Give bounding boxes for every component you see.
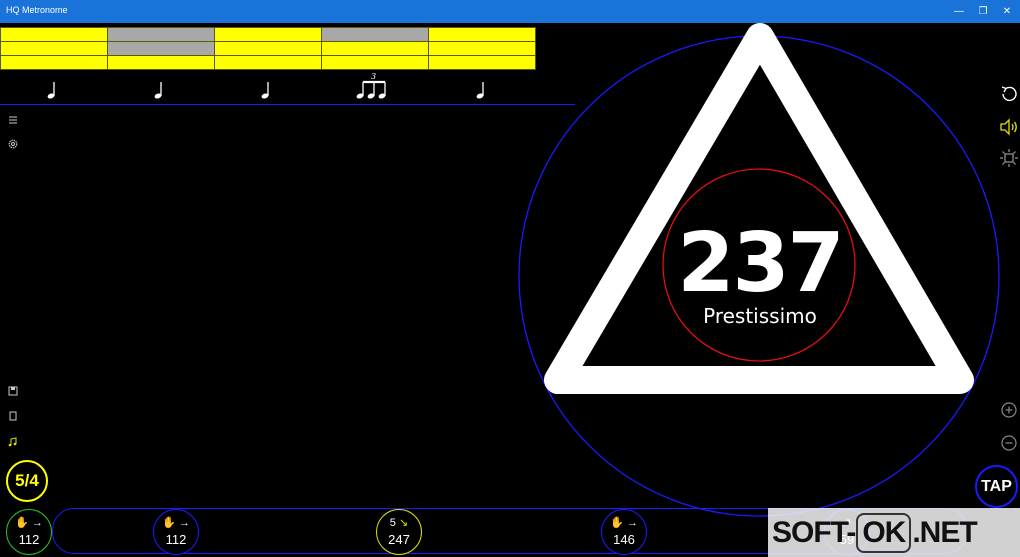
quarter-note-icon[interactable] [258,80,274,100]
beat-cell[interactable] [0,41,108,56]
step-value: 112 [18,532,40,547]
hand-icon: ✋ [15,517,29,529]
close-button[interactable]: ✕ [992,0,1020,23]
step-arrow: → [31,517,43,529]
triplet-eighth-notes-icon[interactable]: 3 [356,72,390,102]
quarter-note-icon[interactable] [473,80,489,100]
step-4[interactable]: ✋ → 146 [601,509,647,555]
save-icon[interactable] [7,385,19,397]
beat-cell[interactable] [214,55,322,70]
step-arrow: ↘ [398,517,409,529]
bpm-value[interactable]: 237 [660,222,860,306]
beat-grid-row [0,27,536,42]
beat-cell[interactable] [321,41,429,56]
beat-cell[interactable] [321,27,429,42]
beat-cell[interactable] [0,55,108,70]
tempo-name: Prestissimo [703,304,817,328]
zoom-in-icon[interactable] [998,399,1020,421]
triplet-label: 3 [371,72,376,81]
reset-icon[interactable] [998,83,1020,105]
beat-cell[interactable] [321,55,429,70]
beat-cell[interactable] [0,27,108,42]
hand-icon: ✋ [610,517,624,529]
hand-icon: ✋ [162,517,176,529]
step-1[interactable]: ✋ → 112 [6,509,52,555]
time-signature-button[interactable]: 5/4 [6,460,48,502]
beat-grid[interactable] [0,27,536,70]
volume-icon[interactable] [998,116,1020,138]
beat-cell[interactable] [214,41,322,56]
title-bar: HQ Metronome — ❐ ✕ [0,0,1020,23]
step-3[interactable]: 5 ↘ 247 [376,509,422,555]
settings-icon[interactable] [7,138,19,150]
quarter-note-icon[interactable] [151,80,167,100]
document-icon[interactable] [7,410,19,422]
step-value: 247 [388,532,410,547]
step-arrow: → [626,517,638,529]
notes-row: 3 [0,70,536,106]
beat-triangle [544,23,974,394]
divider [0,104,575,105]
beat-cell[interactable] [107,27,215,42]
beat-grid-row [0,55,536,70]
watermark: SOFT- OK .NET [768,508,1020,557]
watermark-middle: OK [856,513,912,553]
zoom-out-icon[interactable] [998,432,1020,454]
watermark-right: .NET [912,516,977,549]
beat-cell[interactable] [107,55,215,70]
step-value: 146 [613,532,635,547]
step-value: 112 [165,532,187,547]
quarter-note-icon[interactable] [44,80,60,100]
step-count: 5 [389,517,396,529]
tap-button[interactable]: TAP [975,465,1018,508]
brightness-icon[interactable] [998,147,1020,169]
beat-cell[interactable] [107,41,215,56]
beat-grid-row [0,41,536,56]
watermark-left: SOFT- [772,516,856,549]
step-2[interactable]: ✋ → 112 [153,509,199,555]
step-arrow: → [178,517,190,529]
window-title: HQ Metronome [6,5,68,15]
beat-cell[interactable] [214,27,322,42]
music-note-icon[interactable] [7,436,19,448]
menu-icon[interactable] [7,114,19,126]
